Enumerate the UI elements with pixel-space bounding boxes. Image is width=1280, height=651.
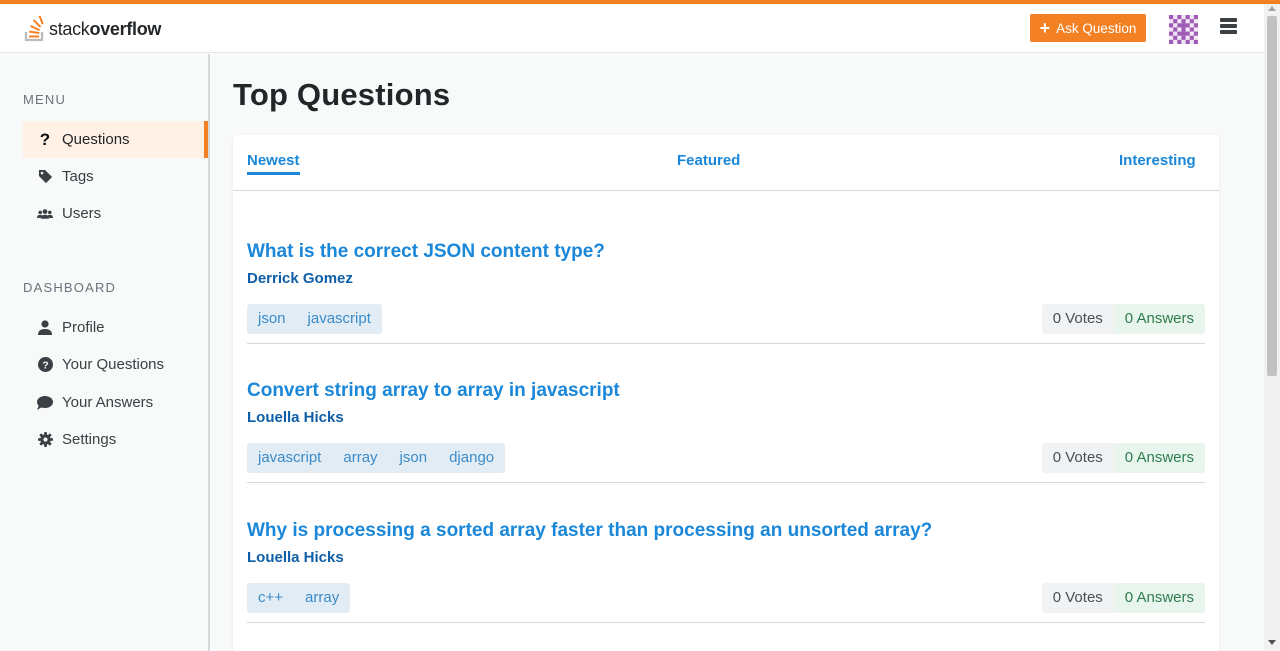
question-item: What is the correct JSON content type? D… bbox=[247, 205, 1205, 344]
answers-count: 0 Answers bbox=[1113, 443, 1205, 473]
question-title[interactable]: Convert string array to array in javascr… bbox=[247, 380, 620, 402]
sidebar-item-settings[interactable]: Settings bbox=[23, 421, 208, 458]
sidebar-item-label: Your Answers bbox=[62, 394, 154, 411]
tag-chip[interactable]: javascript bbox=[297, 304, 382, 334]
tag-chip[interactable]: json bbox=[389, 443, 439, 473]
ask-question-button[interactable]: + Ask Question bbox=[1030, 14, 1146, 42]
scroll-thumb[interactable] bbox=[1267, 16, 1277, 376]
stack-menu-icon[interactable] bbox=[1220, 18, 1237, 38]
comment-icon bbox=[37, 395, 53, 411]
stack-icon bbox=[24, 16, 44, 42]
question-item: Convert string array to array in javascr… bbox=[247, 344, 1205, 483]
sidebar-item-label: Settings bbox=[62, 431, 117, 448]
ask-question-label: Ask Question bbox=[1056, 20, 1137, 36]
sidebar-item-label: Profile bbox=[62, 319, 105, 336]
answers-count: 0 Answers bbox=[1113, 583, 1205, 613]
votes-count: 0 Votes bbox=[1041, 583, 1114, 613]
page-title: Top Questions bbox=[233, 77, 451, 112]
tag-chip[interactable]: javascript bbox=[247, 443, 332, 473]
tag-list: json javascript bbox=[247, 304, 382, 334]
scroll-up-icon[interactable] bbox=[1268, 6, 1276, 11]
tag-chip[interactable]: c++ bbox=[247, 583, 294, 613]
tag-list: javascript array json django bbox=[247, 443, 506, 473]
stackoverflow-logo[interactable]: stackoverflow bbox=[24, 14, 161, 44]
tag-chip[interactable]: array bbox=[332, 443, 388, 473]
sidebar-item-label: Users bbox=[62, 205, 102, 222]
votes-count: 0 Votes bbox=[1041, 304, 1114, 334]
sidebar-item-your-questions[interactable]: ? Your Questions bbox=[23, 346, 208, 383]
sidebar-item-profile[interactable]: Profile bbox=[23, 309, 208, 346]
sidebar-item-questions[interactable]: ? Questions bbox=[23, 121, 208, 158]
question-author[interactable]: Louella Hicks bbox=[247, 549, 344, 566]
question-stats: 0 Votes 0 Answers bbox=[1041, 443, 1205, 473]
questions-card: Newest Featured Interesting What is the … bbox=[233, 135, 1219, 651]
logo-text: stackoverflow bbox=[49, 18, 162, 39]
question-mark-icon: ? bbox=[39, 129, 51, 149]
question-stats: 0 Votes 0 Answers bbox=[1041, 304, 1205, 334]
sidebar-item-users[interactable]: Users bbox=[23, 195, 208, 232]
votes-count: 0 Votes bbox=[1041, 443, 1114, 473]
question-circle-icon: ? bbox=[37, 357, 53, 373]
sidebar-item-tags[interactable]: Tags bbox=[23, 158, 208, 195]
user-icon bbox=[37, 320, 53, 336]
sidebar-item-label: Your Questions bbox=[62, 356, 165, 373]
sidebar-item-label: Questions bbox=[62, 131, 130, 148]
sidebar-item-your-answers[interactable]: Your Answers bbox=[23, 384, 208, 421]
plus-icon: + bbox=[1039, 18, 1051, 38]
question-author[interactable]: Derrick Gomez bbox=[247, 270, 353, 287]
question-author[interactable]: Louella Hicks bbox=[247, 409, 344, 426]
question-stats: 0 Votes 0 Answers bbox=[1041, 583, 1205, 613]
svg-text:?: ? bbox=[42, 360, 48, 371]
tag-icon bbox=[37, 169, 53, 185]
question-title[interactable]: What is the correct JSON content type? bbox=[247, 241, 605, 263]
tag-list: c++ array bbox=[247, 583, 351, 613]
answers-count: 0 Answers bbox=[1113, 304, 1205, 334]
header: stackoverflow + Ask Question bbox=[0, 4, 1264, 53]
tag-chip[interactable]: json bbox=[247, 304, 297, 334]
tag-chip[interactable]: array bbox=[294, 583, 350, 613]
tab-featured[interactable]: Featured bbox=[677, 152, 740, 169]
scroll-down-icon[interactable] bbox=[1268, 640, 1276, 645]
dashboard-heading: DASHBOARD bbox=[23, 280, 117, 295]
avatar[interactable] bbox=[1169, 15, 1198, 44]
gear-icon bbox=[37, 432, 53, 448]
tab-bar: Newest Featured Interesting bbox=[233, 135, 1219, 191]
tab-interesting[interactable]: Interesting bbox=[1119, 152, 1196, 169]
tag-chip[interactable]: django bbox=[438, 443, 505, 473]
tab-newest[interactable]: Newest bbox=[247, 152, 300, 175]
question-title[interactable]: Why is processing a sorted array faster … bbox=[247, 520, 932, 542]
scrollbar[interactable] bbox=[1264, 4, 1280, 651]
question-item: Why is processing a sorted array faster … bbox=[247, 484, 1205, 623]
sidebar: MENU ? Questions Tags Users DASHBOARD Pr… bbox=[0, 54, 210, 651]
users-icon bbox=[37, 206, 53, 222]
sidebar-item-label: Tags bbox=[62, 168, 94, 185]
menu-heading: MENU bbox=[23, 92, 67, 107]
